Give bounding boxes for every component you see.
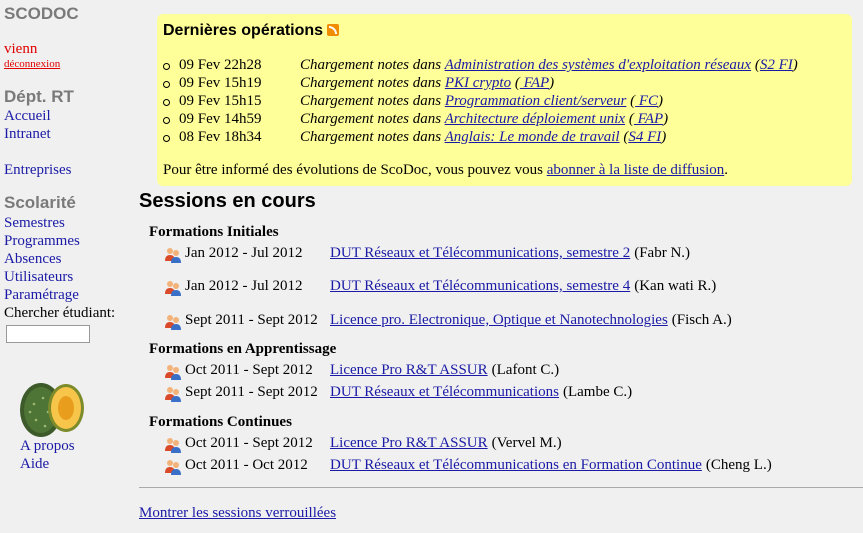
- operation-action: Chargement notes dans Programmation clie…: [300, 93, 664, 109]
- formation-group-title: Formations en Apprentissage: [149, 341, 337, 357]
- operation-module-link[interactable]: Anglais: Le monde de travail: [445, 129, 620, 145]
- session-title-wrap: DUT Réseaux et Télécommunications, semes…: [330, 278, 716, 295]
- users-group-icon: [165, 438, 181, 453]
- session-title-wrap: DUT Réseaux et Télécommunications en For…: [330, 457, 772, 474]
- session-link[interactable]: DUT Réseaux et Télécommunications, semes…: [330, 245, 630, 261]
- session-dates: Jan 2012 - Jul 2012: [185, 245, 303, 261]
- session-dates: Sept 2011 - Sept 2012: [185, 384, 318, 400]
- operation-group-link[interactable]: S4 FI: [628, 129, 661, 145]
- show-locked-sessions-link[interactable]: Montrer les sessions verrouillées: [139, 505, 336, 522]
- mailing-list-text: Pour être informé des évolutions de ScoD…: [163, 162, 543, 178]
- session-responsible: (Fabr N.): [634, 245, 691, 261]
- users-group-icon: [165, 248, 181, 263]
- session-dates: Sept 2011 - Sept 2012: [185, 312, 318, 328]
- operation-action: Chargement notes dans Anglais: Le monde …: [300, 129, 667, 145]
- app-brand: SCODOC: [4, 4, 79, 23]
- operation-action: Chargement notes dans Architecture déplo…: [300, 111, 669, 127]
- users-group-icon: [165, 365, 181, 380]
- sidebar-link-entreprises[interactable]: Entreprises: [4, 162, 71, 179]
- session-title-wrap: Licence pro. Electronique, Optique et Na…: [330, 312, 732, 329]
- operation-module-link[interactable]: Administration des systèmes d'exploitati…: [445, 57, 752, 73]
- operation-date: 09 Fev 14h59: [179, 111, 262, 127]
- operation-module-link[interactable]: Programmation client/serveur: [445, 93, 627, 109]
- session-link[interactable]: DUT Réseaux et Télécommunications en For…: [330, 457, 702, 473]
- operation-date: 08 Fev 18h34: [179, 129, 262, 145]
- sidebar-link-utilisateurs[interactable]: Utilisateurs: [4, 269, 73, 286]
- mailing-list-end: .: [724, 162, 729, 178]
- users-group-icon: [165, 281, 181, 296]
- mailing-list-note: Pour être informé des évolutions de ScoD…: [163, 162, 728, 179]
- session-dates: Oct 2011 - Oct 2012: [185, 457, 308, 473]
- session-responsible: (Cheng L.): [705, 457, 772, 473]
- users-group-icon: [165, 315, 181, 330]
- session-title-wrap: Licence Pro R&T ASSUR (Vervel M.): [330, 435, 562, 452]
- session-title-wrap: DUT Réseaux et Télécommunications (Lambe …: [330, 384, 632, 401]
- bullet-icon: [163, 117, 170, 124]
- sidebar-link-parametrage[interactable]: Paramétrage: [4, 287, 79, 304]
- operation-action: Chargement notes dans PKI crypto ( FAP): [300, 75, 555, 91]
- sidebar: SCODOC vienn déconnexion Dépt. RT Accuei…: [0, 0, 135, 533]
- sessions-title: Sessions en cours: [139, 190, 316, 212]
- session-responsible: (Lambe C.): [562, 384, 633, 400]
- session-link[interactable]: Licence Pro R&T ASSUR: [330, 435, 488, 451]
- session-responsible: (Vervel M.): [491, 435, 562, 451]
- session-title-wrap: Licence Pro R&T ASSUR (Lafont C.): [330, 362, 559, 379]
- current-user: vienn: [4, 41, 38, 57]
- recent-operations-heading: Dernières opérations: [163, 22, 324, 39]
- operation-prefix: Chargement notes dans: [300, 111, 442, 127]
- sidebar-link-accueil[interactable]: Accueil: [4, 108, 51, 125]
- recent-operations-panel: Dernières opérations 09 Fev 22h28 Chargem…: [157, 14, 852, 186]
- operation-module-link[interactable]: PKI crypto: [445, 75, 511, 91]
- session-link[interactable]: DUT Réseaux et Télécommunications: [330, 384, 559, 400]
- operation-group-link[interactable]: FC: [635, 93, 658, 109]
- recent-operations-title: Dernières opérations: [163, 22, 340, 40]
- sidebar-link-absences[interactable]: Absences: [4, 251, 61, 268]
- sidebar-link-intranet[interactable]: Intranet: [4, 126, 51, 143]
- bullet-icon: [163, 135, 170, 142]
- search-student-input[interactable]: [6, 325, 90, 343]
- operation-group-link[interactable]: FAP: [520, 75, 550, 91]
- sidebar-link-aide[interactable]: Aide: [20, 456, 49, 473]
- users-group-icon: [165, 387, 181, 402]
- sidebar-link-apropos[interactable]: A propos: [20, 438, 75, 455]
- users-group-icon: [165, 460, 181, 475]
- operation-module-link[interactable]: Architecture déploiement unix: [445, 111, 626, 127]
- operation-date: 09 Fev 15h15: [179, 93, 262, 109]
- operation-prefix: Chargement notes dans: [300, 75, 442, 91]
- session-dates: Oct 2011 - Sept 2012: [185, 435, 313, 451]
- logout-link[interactable]: déconnexion: [4, 58, 60, 70]
- session-responsible: (Lafont C.): [491, 362, 560, 378]
- session-title-wrap: DUT Réseaux et Télécommunications, semes…: [330, 245, 690, 262]
- operation-prefix: Chargement notes dans: [300, 93, 442, 109]
- department-title: Dépt. RT: [4, 87, 74, 106]
- scolarite-title: Scolarité: [4, 193, 76, 212]
- session-dates: Oct 2011 - Sept 2012: [185, 362, 313, 378]
- bullet-icon: [163, 99, 170, 106]
- operation-date: 09 Fev 22h28: [179, 57, 262, 73]
- operation-prefix: Chargement notes dans: [300, 57, 442, 73]
- sidebar-link-programmes[interactable]: Programmes: [4, 233, 80, 250]
- divider: [139, 487, 863, 488]
- operation-group-link[interactable]: FAP: [634, 111, 664, 127]
- operation-prefix: Chargement notes dans: [300, 129, 442, 145]
- formation-group-title: Formations Initiales: [149, 224, 279, 240]
- session-link[interactable]: Licence Pro R&T ASSUR: [330, 362, 488, 378]
- operation-action: Chargement notes dans Administration des…: [300, 57, 798, 73]
- scodoc-logo-icon: [20, 383, 84, 437]
- bullet-icon: [163, 63, 170, 70]
- sidebar-link-semestres[interactable]: Semestres: [4, 215, 65, 232]
- operation-date: 09 Fev 15h19: [179, 75, 262, 91]
- formation-group-title: Formations Continues: [149, 414, 292, 430]
- session-link[interactable]: DUT Réseaux et Télécommunications, semes…: [330, 278, 630, 294]
- session-dates: Jan 2012 - Jul 2012: [185, 278, 303, 294]
- session-responsible: (Kan wati R.): [634, 278, 717, 294]
- session-link[interactable]: Licence pro. Electronique, Optique et Na…: [330, 312, 668, 328]
- rss-feed-icon[interactable]: [327, 24, 340, 36]
- bullet-icon: [163, 81, 170, 88]
- operation-group-link[interactable]: S2 FI: [760, 57, 793, 73]
- session-responsible: (Fisch A.): [671, 312, 732, 328]
- mailing-list-link[interactable]: abonner à la liste de diffusion: [547, 162, 725, 178]
- search-student-label: Chercher étudiant:: [4, 305, 116, 321]
